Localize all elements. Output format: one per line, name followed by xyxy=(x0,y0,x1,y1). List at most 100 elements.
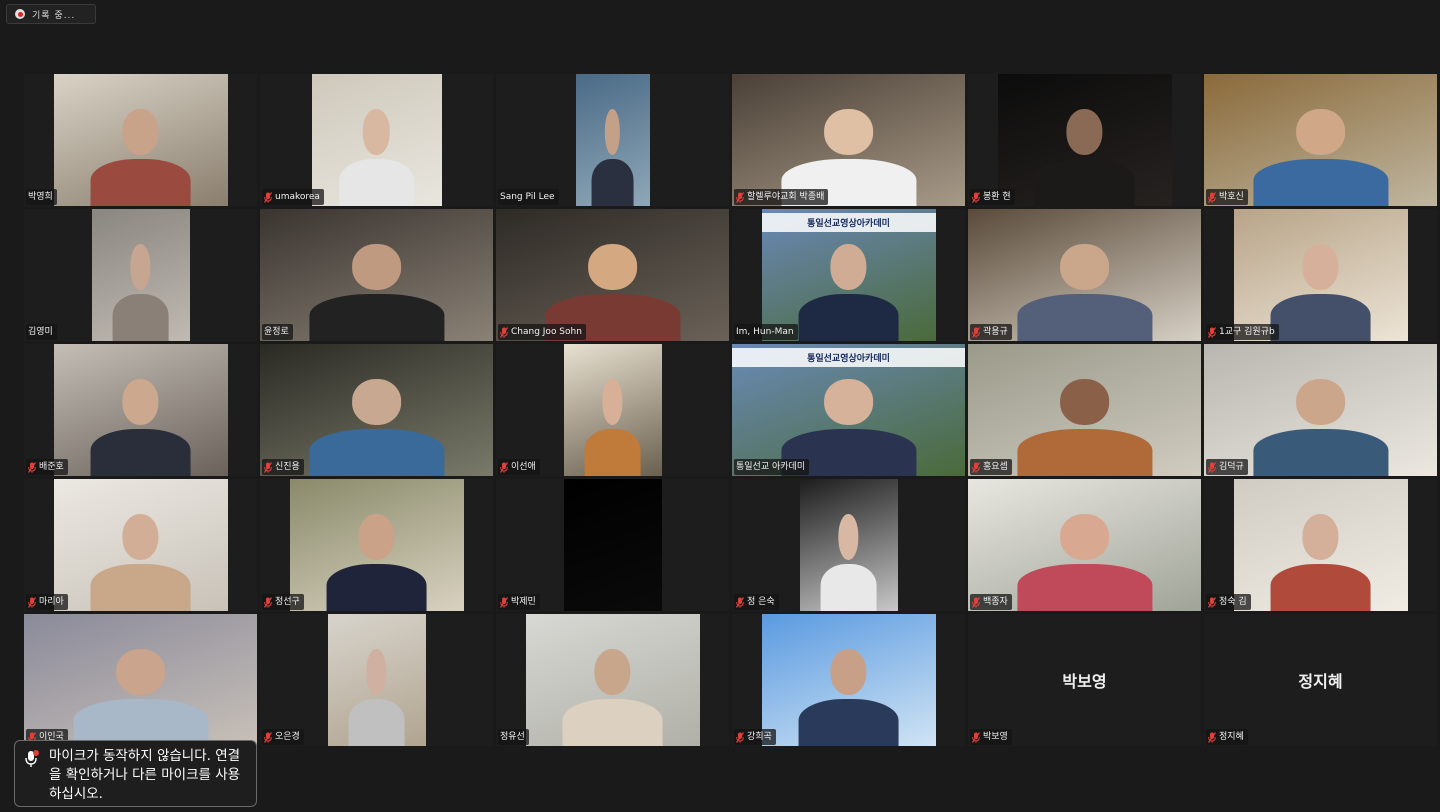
participant-tile[interactable]: 김덕규 xyxy=(1204,344,1437,476)
participant-name: Im, Hun-Man xyxy=(736,327,794,337)
mic-muted-icon xyxy=(736,596,744,608)
participant-silhouette xyxy=(1034,103,1135,206)
participant-name-label: 곽용규 xyxy=(970,324,1012,340)
mic-muted-icon xyxy=(736,191,744,203)
participant-name-label: 박보영 xyxy=(970,729,1012,745)
participant-tile[interactable]: 김영미 xyxy=(24,209,257,341)
participant-name-label: 정숙 김 xyxy=(1206,594,1251,610)
participant-video xyxy=(327,614,426,746)
participant-tile[interactable]: 마리아 xyxy=(24,479,257,611)
participant-name-label: Sang Pil Lee xyxy=(498,189,559,205)
participant-tile[interactable]: 홍요셉 xyxy=(968,344,1201,476)
participant-tile[interactable]: 신진용 xyxy=(260,344,493,476)
mic-muted-icon xyxy=(1208,461,1216,473)
participant-name-label: 박영희 xyxy=(26,189,57,205)
participant-name-label: 통일선교 아카데미 xyxy=(734,459,810,475)
participant-name: 정지혜 xyxy=(1219,732,1244,742)
mic-muted-icon xyxy=(264,461,272,473)
participant-tile[interactable]: 1교구 김원규b xyxy=(1204,209,1437,341)
participant-tile[interactable]: 곽용규 xyxy=(968,209,1201,341)
participant-video xyxy=(799,479,898,611)
video-banner-text: 통일선교영상아카데미 xyxy=(732,348,965,367)
participant-name-label: 마리아 xyxy=(26,594,68,610)
participant-name-label: 정선구 xyxy=(262,594,304,610)
participant-silhouette xyxy=(308,373,445,476)
participant-video xyxy=(1233,209,1408,341)
participant-tile[interactable]: 박호신 xyxy=(1204,74,1437,206)
participant-name: 박호신 xyxy=(1219,192,1244,202)
participant-silhouette xyxy=(820,508,877,611)
participant-silhouette xyxy=(90,103,191,206)
participant-name-label: 강희곡 xyxy=(734,729,776,745)
recording-indicator[interactable]: 기록 중... xyxy=(6,4,96,24)
participant-display-name: 박보영 xyxy=(1062,672,1107,691)
mic-muted-icon xyxy=(264,596,272,608)
participant-video xyxy=(525,614,700,746)
participant-name-label: 이선애 xyxy=(498,459,540,475)
participant-silhouette xyxy=(1252,373,1389,476)
participant-tile[interactable]: 정지혜 정지혜 xyxy=(1204,614,1437,746)
participant-tile[interactable]: 통일선교영상아카데미통일선교 아카데미 xyxy=(732,344,965,476)
participant-tile[interactable]: 백종자 xyxy=(968,479,1201,611)
participant-name: Chang Joo Sohn xyxy=(511,327,582,337)
mic-warning-text: 마이크가 동작하지 않습니다. 연결을 확인하거나 다른 마이크를 사용하십시오… xyxy=(49,748,241,802)
participant-tile[interactable]: 배준호 xyxy=(24,344,257,476)
participant-name-label: 윤정로 xyxy=(262,324,293,340)
mic-muted-icon xyxy=(500,326,508,338)
participant-name-label: 정 은숙 xyxy=(734,594,779,610)
participant-tile[interactable]: 정유선 xyxy=(496,614,729,746)
participant-tile[interactable]: 박보영 박보영 xyxy=(968,614,1201,746)
participant-name-label: 백종자 xyxy=(970,594,1012,610)
participant-silhouette xyxy=(326,508,427,611)
mic-muted-icon xyxy=(1208,731,1216,743)
participant-silhouette xyxy=(348,643,405,746)
participant-name-label: 김영미 xyxy=(26,324,57,340)
participant-grid: 박영희 umakorea Sang Pil Lee 할렐루야교회 박종배 봉환 현 박호신… xyxy=(24,74,1438,746)
participant-video xyxy=(311,74,442,206)
participant-silhouette xyxy=(1016,238,1153,341)
participant-tile[interactable]: umakorea xyxy=(260,74,493,206)
participant-tile[interactable]: 강희곡 xyxy=(732,614,965,746)
participant-tile[interactable]: 정숙 김 xyxy=(1204,479,1437,611)
participant-tile[interactable]: 할렐루야교회 박종배 xyxy=(732,74,965,206)
participant-tile[interactable]: 정선구 xyxy=(260,479,493,611)
mic-warning-notification[interactable]: 마이크가 동작하지 않습니다. 연결을 확인하거나 다른 마이크를 사용하십시오… xyxy=(14,740,257,807)
participant-video xyxy=(968,344,1201,476)
participant-tile[interactable]: 이선애 xyxy=(496,344,729,476)
mic-muted-icon xyxy=(500,461,508,473)
participant-name: 윤정로 xyxy=(264,327,289,337)
participant-tile[interactable]: 이인국 xyxy=(24,614,257,746)
participant-name: 곽용규 xyxy=(983,327,1008,337)
participant-tile[interactable]: 오은경 xyxy=(260,614,493,746)
participant-video xyxy=(968,209,1201,341)
participant-video xyxy=(997,74,1172,206)
participant-video xyxy=(24,614,257,746)
participant-silhouette xyxy=(562,643,663,746)
participant-tile[interactable]: 윤정로 xyxy=(260,209,493,341)
mic-muted-icon xyxy=(264,731,272,743)
mic-muted-icon xyxy=(972,191,980,203)
participant-tile[interactable]: 박제민 xyxy=(496,479,729,611)
participant-name-label: 할렐루야교회 박종배 xyxy=(734,189,829,205)
mic-muted-icon xyxy=(972,326,980,338)
participant-video xyxy=(53,74,228,206)
participant-video xyxy=(1204,344,1437,476)
participant-name: umakorea xyxy=(275,192,320,202)
participant-tile[interactable]: 통일선교영상아카데미 Im, Hun-Man xyxy=(732,209,965,341)
participant-name: 정 은숙 xyxy=(747,597,775,607)
participant-tile[interactable]: Sang Pil Lee xyxy=(496,74,729,206)
participant-video xyxy=(289,479,464,611)
participant-tile[interactable]: 정 은숙 xyxy=(732,479,965,611)
participant-name: 배준호 xyxy=(39,462,64,472)
participant-name: 박보영 xyxy=(983,732,1008,742)
participant-silhouette xyxy=(338,103,415,206)
microphone-warning-icon xyxy=(25,750,39,768)
participant-tile[interactable]: 박영희 xyxy=(24,74,257,206)
participant-silhouette xyxy=(1016,508,1153,611)
participant-silhouette xyxy=(798,238,899,341)
participant-video xyxy=(732,74,965,206)
participant-name-label: 정지혜 xyxy=(1206,729,1248,745)
participant-name: 정선구 xyxy=(275,597,300,607)
participant-tile[interactable]: Chang Joo Sohn xyxy=(496,209,729,341)
participant-tile[interactable]: 봉환 현 xyxy=(968,74,1201,206)
